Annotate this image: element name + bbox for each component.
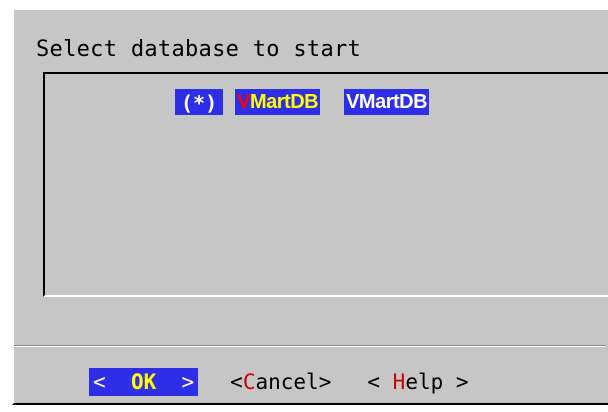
item-tag-hotkey: V [237,91,250,113]
database-list[interactable]: (*) VMartDB VMartDB [43,72,608,297]
button-separator [14,345,606,347]
ok-hotkey: OK [130,370,157,394]
ok-left-bracket: < [93,370,131,394]
item-tag[interactable]: VMartDB [235,89,321,115]
help-label-rest: elp [405,370,444,394]
item-tag-rest: MartDB [249,91,319,113]
cancel-button[interactable]: <Cancel> [226,368,335,396]
help-hotkey: H [392,370,406,394]
help-left-bracket: < [367,370,393,394]
button-bar: < OK > <Cancel> < Help > [89,368,473,396]
ok-button[interactable]: < OK > [89,368,199,396]
ok-right-bracket: > [156,370,195,394]
cancel-label-rest: ancel [255,370,319,394]
radio-selected-indicator[interactable]: (*) [175,89,224,115]
help-button[interactable]: < Help > [363,368,472,396]
help-right-bracket: > [443,370,469,394]
cancel-left-bracket: < [230,370,243,394]
cancel-right-bracket: > [318,370,332,394]
list-item[interactable]: (*) VMartDB VMartDB [175,88,430,116]
item-description[interactable]: VMartDB [344,89,430,115]
dialog-window: Select database to start (*) VMartDB VMa… [12,8,608,405]
dialog-title: Select database to start [36,37,362,62]
cancel-hotkey: C [242,370,256,394]
